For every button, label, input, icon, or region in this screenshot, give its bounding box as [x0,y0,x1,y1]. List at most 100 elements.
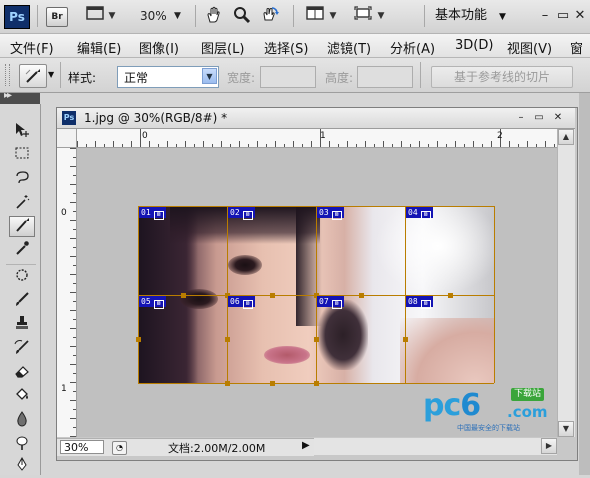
paint-bucket-tool-icon[interactable] [10,387,34,408]
ruler-tick [491,141,492,147]
hand-icon[interactable] [203,6,225,26]
status-zoom-field[interactable]: 30% [60,440,104,454]
chevron-down-icon[interactable]: ▼ [106,6,118,26]
menu-view[interactable]: 视图(V) [507,38,552,57]
menu-filter[interactable]: 滤镜(T) [327,38,371,57]
ruler-tick [73,247,76,248]
slice-badge[interactable]: 01 ⊠ [139,207,166,220]
slice-handle [448,293,453,298]
ruler-tick [73,373,76,374]
slice-number: 01 [141,208,151,217]
appbar-separator [195,5,196,27]
ruler-tick [482,144,483,147]
tool-preset-picker[interactable] [19,64,47,88]
chevron-down-icon[interactable]: ▼ [327,6,339,26]
menu-image[interactable]: 图像(I) [139,38,179,57]
zoom-level-select[interactable]: 30% ▼ [128,6,188,26]
blur-tool-icon[interactable] [10,411,34,432]
menu-3d[interactable]: 3D(D) [455,38,493,53]
magic-wand-tool-icon[interactable] [10,194,34,215]
healing-brush-tool-icon[interactable] [10,267,34,288]
slice-badge[interactable]: 08 ⊠ [406,296,433,309]
ruler-tick [70,184,76,185]
vertical-ruler[interactable] [57,148,77,437]
maximize-window-button[interactable]: ▭ [554,6,572,26]
menu-edit[interactable]: 编辑(E) [77,38,121,57]
ruler-tick [356,144,357,147]
slice-badge[interactable]: 04 ⊠ [406,207,433,220]
chevron-down-icon[interactable]: ▼ [48,70,54,79]
chevron-down-icon[interactable]: ▼ [375,6,387,26]
ruler-tick [70,220,76,221]
ruler-tick [194,144,195,147]
slice-handle [225,381,230,386]
tools-panel-header[interactable]: ▸▸ [0,90,40,104]
brush-tool-icon[interactable] [10,291,34,312]
rotate-view-icon[interactable] [259,6,281,26]
tools-separator [6,264,36,265]
slice-number: 04 [408,208,418,217]
slice-badge[interactable]: 06 ⊠ [228,296,255,309]
scroll-up-button[interactable]: ▲ [558,129,574,145]
close-window-button[interactable]: ✕ [571,6,589,26]
slice-badge[interactable]: 02 ⊠ [228,207,255,220]
menu-window[interactable]: 窗 [570,38,583,57]
ruler-tick [311,141,312,147]
slice-image-icon: ⊠ [242,211,253,220]
bridge-button[interactable]: Br [46,7,68,27]
chevron-down-icon: ▼ [202,68,217,84]
screen-mode-icon[interactable] [352,6,374,26]
menu-file[interactable]: 文件(F) [10,38,54,57]
ruler-tick [73,229,76,230]
ruler-tick [284,144,285,147]
document-title: 1.jpg @ 30%(RGB/8#) * [84,111,228,125]
slice-number: 08 [408,297,418,306]
clone-stamp-tool-icon[interactable] [10,315,34,336]
move-tool-icon[interactable] [10,122,34,143]
arrange-documents-icon[interactable] [304,6,326,26]
lasso-tool-icon[interactable] [10,170,34,191]
ruler-tick [545,141,546,147]
menu-analysis[interactable]: 分析(A) [390,38,435,57]
slice-badge[interactable]: 05 ⊠ [139,296,166,309]
view-extras-icon[interactable] [84,6,106,26]
zoom-icon[interactable] [231,6,253,26]
ruler-tick [518,144,519,147]
style-select[interactable]: 正常 ▼ [117,66,219,88]
ruler-tick [73,175,76,176]
slice-tool-icon[interactable] [9,216,35,237]
history-brush-tool-icon[interactable] [10,339,34,360]
slice-badge[interactable]: 03 ⊠ [317,207,344,220]
image-eye [180,289,218,309]
ruler-tick [527,141,528,147]
ruler-tick [70,328,76,329]
workspace-switcher[interactable]: 基本功能 ▼ [435,6,506,26]
horizontal-ruler[interactable] [77,129,557,148]
minimize-window-button[interactable]: – [536,6,554,26]
eyedropper-tool-icon[interactable] [10,240,34,261]
document-close-button[interactable]: ✕ [551,111,565,125]
status-info-icon[interactable]: ◔ [112,441,127,455]
dodge-tool-icon[interactable] [10,435,34,456]
height-label: 高度: [325,71,354,85]
options-grip[interactable] [5,64,10,86]
eraser-tool-icon[interactable] [10,363,34,384]
ruler-tick [113,141,114,147]
document-minimize-button[interactable]: – [514,111,528,125]
menu-layer[interactable]: 图层(L) [201,38,244,57]
ruler-tick [275,141,276,147]
ruler-tick [131,141,132,147]
scroll-right-button[interactable]: ▶ [541,438,557,454]
menu-select[interactable]: 选择(S) [264,38,308,57]
document-maximize-button[interactable]: ▭ [532,111,546,125]
marquee-tool-icon[interactable] [10,146,34,167]
zoom-level-value: 30% [140,9,167,23]
horizontal-scrollbar[interactable] [314,438,557,455]
ruler-origin[interactable] [57,129,77,148]
slice-badge[interactable]: 07 ⊠ [317,296,344,309]
appbar-separator [424,5,425,27]
status-menu-arrow-icon[interactable]: ▶ [302,440,310,451]
ruler-tick [167,141,168,147]
photoshop-logo[interactable]: Ps [4,5,30,29]
slice-image-icon: ⊠ [153,300,164,309]
